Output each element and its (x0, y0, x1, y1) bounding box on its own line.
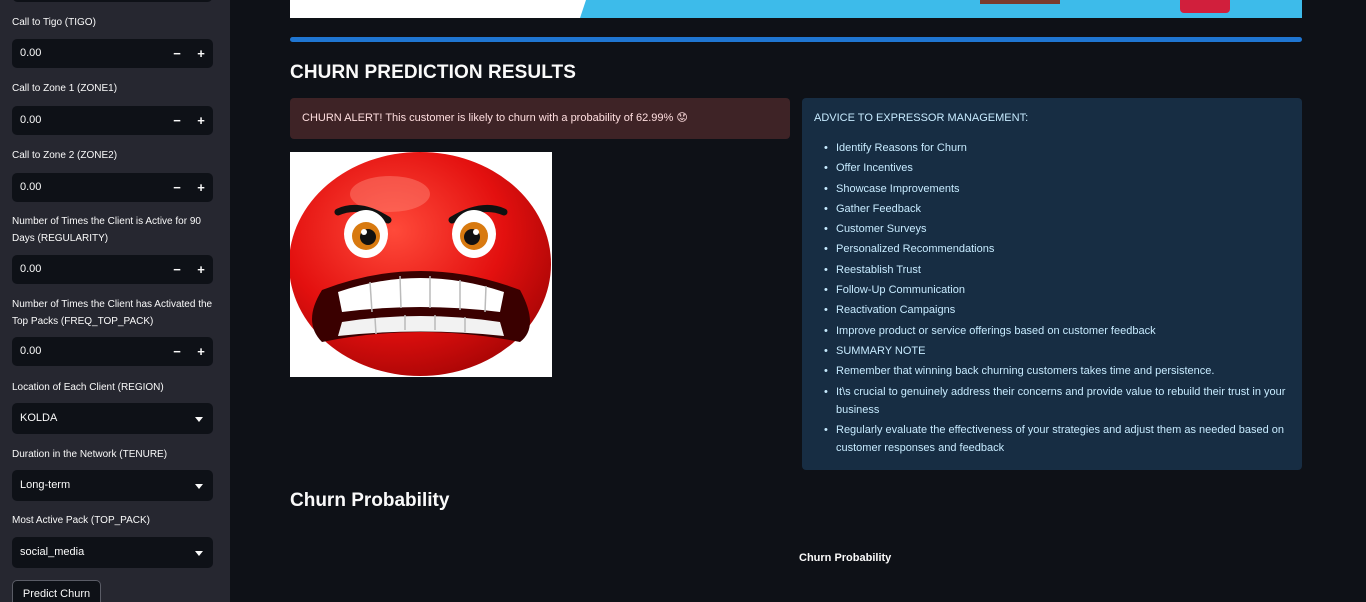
zone1-input[interactable]: 0.00 − + (12, 106, 213, 135)
advice-item: Customer Surveys (814, 220, 1292, 238)
zone1-increment-button[interactable]: + (189, 106, 213, 135)
top-pack-label: Most Active Pack (TOP_PACK) (12, 515, 151, 526)
region-label: Location of Each Client (REGION) (12, 382, 164, 393)
tigo-decrement-button[interactable]: − (165, 39, 189, 68)
predict-churn-button[interactable]: Predict Churn (12, 580, 101, 602)
banner-red-shape (1180, 0, 1230, 13)
tigo-label: Call to Tigo (TIGO) (12, 17, 96, 28)
tigo-input[interactable]: 0.00 − + (12, 39, 213, 68)
progress-bar (290, 37, 1302, 42)
zone2-label: Call to Zone 2 (ZONE2) (12, 150, 118, 161)
tigo-value[interactable]: 0.00 (20, 39, 41, 68)
freq-top-pack-increment-button[interactable]: + (189, 337, 213, 366)
advice-title: ADVICE TO EXPRESSOR MANAGEMENT: (814, 112, 1029, 124)
zone2-value[interactable]: 0.00 (20, 173, 41, 202)
probability-heading: Churn Probability (290, 490, 450, 511)
advice-list: Identify Reasons for Churn Offer Incenti… (814, 139, 1292, 459)
regularity-value[interactable]: 0.00 (20, 255, 41, 284)
top-pack-select[interactable]: social_media (12, 537, 213, 568)
angry-face-icon (289, 152, 551, 376)
advice-panel: ADVICE TO EXPRESSOR MANAGEMENT: Identify… (802, 98, 1302, 470)
advice-item: Follow-Up Communication (814, 281, 1292, 299)
region-value: KOLDA (20, 412, 58, 424)
regularity-label: Number of Times the Client is Active for… (12, 216, 201, 244)
header-banner-image (290, 0, 1302, 18)
tenure-select[interactable]: Long-term (12, 470, 213, 501)
region-select[interactable]: KOLDA (12, 403, 213, 434)
advice-item: Reestablish Trust (814, 261, 1292, 279)
advice-item: Personalized Recommendations (814, 240, 1292, 258)
advice-item: Regularly evaluate the effectiveness of … (814, 421, 1292, 457)
advice-item: SUMMARY NOTE (814, 342, 1292, 360)
advice-item: Offer Incentives (814, 159, 1292, 177)
clipped-input[interactable] (12, 0, 213, 2)
advice-item: Identify Reasons for Churn (814, 139, 1292, 157)
zone2-increment-button[interactable]: + (189, 173, 213, 202)
advice-item: Improve product or service offerings bas… (814, 322, 1292, 340)
zone2-decrement-button[interactable]: − (165, 173, 189, 202)
page-title: CHURN PREDICTION RESULTS (290, 62, 576, 83)
chart-title: Churn Probability (799, 552, 892, 564)
advice-item: Reactivation Campaigns (814, 301, 1292, 319)
chevron-down-icon[interactable] (195, 417, 203, 422)
freq-top-pack-label: Number of Times the Client has Activated… (12, 299, 213, 327)
banner-dark-shape (980, 0, 1060, 4)
zone1-decrement-button[interactable]: − (165, 106, 189, 135)
freq-top-pack-value[interactable]: 0.00 (20, 337, 41, 366)
chevron-down-icon[interactable] (195, 551, 203, 556)
advice-item: Remember that winning back churning cust… (814, 362, 1292, 380)
advice-item: It\s crucial to genuinely address their … (814, 383, 1292, 419)
freq-top-pack-decrement-button[interactable]: − (165, 337, 189, 366)
zone2-input[interactable]: 0.00 − + (12, 173, 213, 202)
freq-top-pack-input[interactable]: 0.00 − + (12, 337, 213, 366)
advice-item: Gather Feedback (814, 200, 1292, 218)
chevron-down-icon[interactable] (195, 484, 203, 489)
regularity-decrement-button[interactable]: − (165, 255, 189, 284)
regularity-input[interactable]: 0.00 − + (12, 255, 213, 284)
zone1-label: Call to Zone 1 (ZONE1) (12, 83, 118, 94)
churn-alert: CHURN ALERT! This customer is likely to … (290, 98, 790, 139)
sidebar: Call to Tigo (TIGO) 0.00 − + Call to Zon… (0, 0, 230, 602)
top-pack-value: social_media (20, 546, 85, 558)
advice-item: Showcase Improvements (814, 180, 1292, 198)
tenure-value: Long-term (20, 479, 71, 491)
regularity-increment-button[interactable]: + (189, 255, 213, 284)
tenure-label: Duration in the Network (TENURE) (12, 449, 168, 460)
zone1-value[interactable]: 0.00 (20, 106, 41, 135)
angry-face-image (289, 152, 552, 377)
tigo-increment-button[interactable]: + (189, 39, 213, 68)
